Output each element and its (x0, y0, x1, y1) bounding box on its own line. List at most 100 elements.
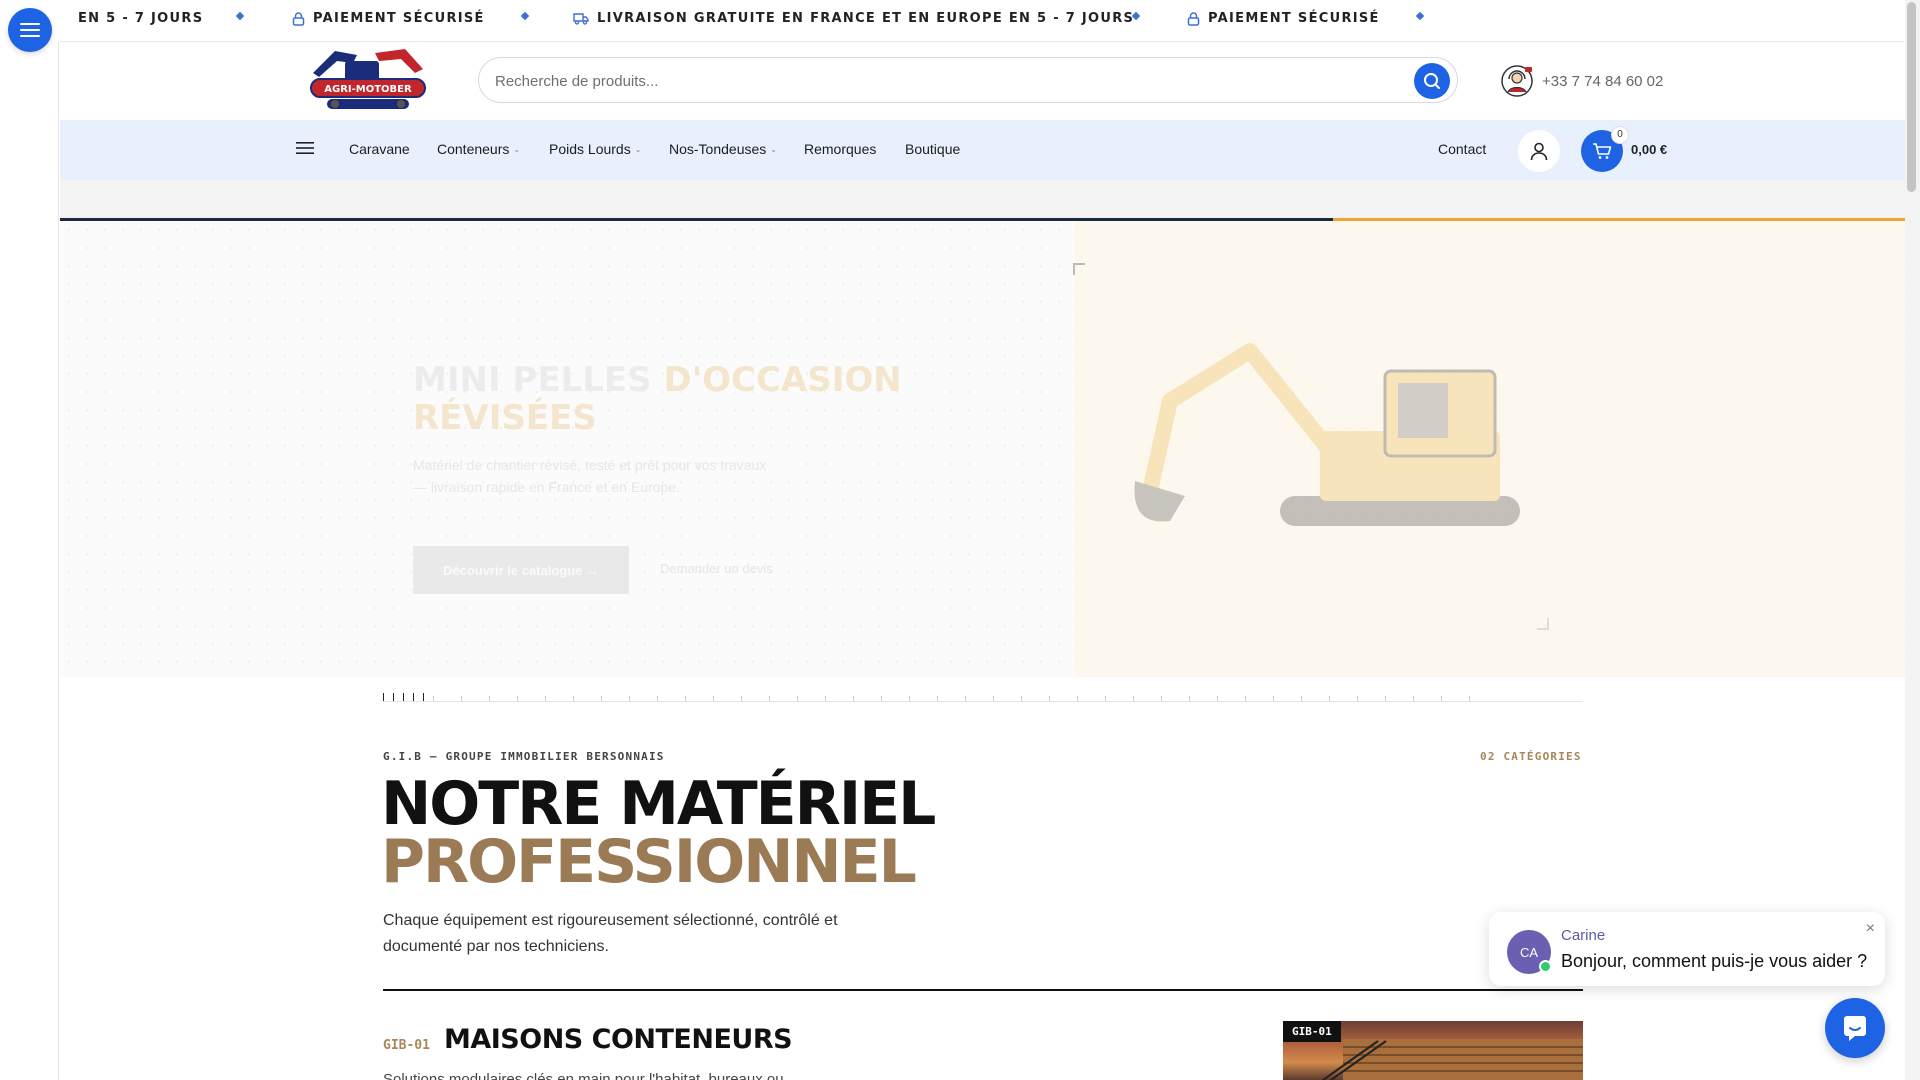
section-description: Chaque équipement est rigoureusement sél… (383, 912, 838, 955)
slide-tick (685, 696, 686, 701)
nav-label: Boutique (905, 141, 961, 157)
nav-label: Poids Lourds (549, 141, 631, 157)
cart-total: 0,00 € (1631, 142, 1668, 157)
ticker-text: LIVRAISON GRATUITE EN FRANCE ET EN EUROP… (597, 11, 1135, 26)
main-nav: Caravane Conteneurs ⌄ Poids Lourds ⌄ Nos-T… (60, 120, 1905, 180)
categories-menu-button[interactable] (296, 140, 314, 156)
slide-tick (965, 696, 966, 701)
slide-tick (1049, 696, 1050, 701)
category-code: GIB-01 (383, 1038, 430, 1053)
nav-item-boutique[interactable]: Boutique (905, 141, 960, 157)
nav-item-contact[interactable]: Contact (1438, 141, 1486, 157)
ticker-item: PAIEMENT SÉCURISÉ (292, 11, 485, 26)
hero-slider: MINI PELLES D'OCCASION RÉVISÉES Matériel … (60, 221, 1905, 677)
category-title[interactable]: MAISONS CONTENEURS (444, 1024, 793, 1055)
truck-icon (573, 13, 589, 25)
slide-tick (853, 696, 854, 701)
slide-tick (1105, 696, 1106, 701)
category-description: Solutions modulaires clés en main pour l… (383, 1071, 784, 1080)
slide-tick (383, 693, 384, 701)
chevron-down-icon: ⌄ (634, 144, 642, 154)
support-agent-icon (1501, 65, 1533, 97)
slide-tick (993, 696, 994, 701)
phone-number: +33 7 74 84 60 02 (1542, 72, 1664, 90)
hamburger-icon (296, 142, 314, 154)
hero-title-accent: D'OCCASION (663, 360, 902, 400)
logo-image: AGRI-MOTOBER (310, 49, 426, 109)
user-icon (1530, 142, 1548, 161)
slide-tick (1245, 696, 1246, 701)
chat-popup[interactable]: CA Carine Bonjour, comment puis-je vous … (1489, 912, 1885, 986)
slide-tick (713, 696, 714, 701)
hero-catalog-button[interactable]: Découvrir le catalogue → (413, 546, 629, 594)
product-search (478, 57, 1458, 103)
cart-count-badge: 0 (1611, 126, 1629, 144)
hero-frame-corner (1073, 263, 1085, 275)
slide-tick (517, 696, 518, 701)
search-button[interactable] (1414, 63, 1450, 99)
cart-icon (1593, 143, 1612, 159)
hero-top-band (60, 180, 1905, 220)
chat-launcher-button[interactable] (1825, 998, 1885, 1058)
section-divider (383, 989, 1583, 991)
search-input[interactable] (495, 70, 1375, 92)
slide-tick (1329, 696, 1330, 701)
hero-title-line2: RÉVISÉES (413, 398, 597, 438)
section-title-accent: PROFESSIONNEL (381, 827, 917, 897)
ticker-separator (1415, 11, 1425, 21)
slide-tick (433, 696, 434, 701)
menu-icon (20, 23, 40, 37)
slide-tick (1021, 696, 1022, 701)
slide-tick (1385, 696, 1386, 701)
nav-label: Contact (1438, 141, 1487, 157)
slide-tick (881, 696, 882, 701)
nav-label: Caravane (349, 141, 410, 157)
slide-tick (545, 696, 546, 701)
nav-item-nos-tondeuses[interactable]: Nos-Tondeuses ⌄ (669, 141, 777, 157)
account-button[interactable] (1518, 130, 1560, 172)
ticker-text: PAIEMENT SÉCURISÉ (313, 11, 485, 26)
slide-tick (1161, 696, 1162, 701)
close-icon[interactable]: × (1866, 920, 1875, 938)
phone-contact[interactable]: +33 7 74 84 60 02 (1500, 64, 1663, 98)
slide-tick (1133, 696, 1134, 701)
slide-tick (1217, 696, 1218, 701)
slide-tick (1357, 696, 1358, 701)
slide-tick (489, 696, 490, 701)
slide-tick (741, 696, 742, 701)
slide-tick (1273, 696, 1274, 701)
ticker-item: PAIEMENT SÉCURISÉ (1187, 11, 1380, 26)
nav-item-caravane[interactable]: Caravane (349, 141, 410, 157)
category-count: 02 CATÉGORIES (1480, 750, 1582, 763)
slide-tick (825, 696, 826, 701)
lock-icon (1187, 11, 1200, 26)
chat-icon (1844, 1016, 1866, 1041)
svg-text:AGRI-MOTOBER: AGRI-MOTOBER (324, 84, 412, 95)
site-logo[interactable]: AGRI-MOTOBER (305, 43, 431, 118)
ticker-text: PAIEMENT SÉCURISÉ (1208, 11, 1380, 26)
ticker-separator (520, 11, 530, 21)
slide-tick (1469, 696, 1470, 701)
hero-description: Matériel de chantier révisé, testé et pr… (413, 457, 767, 495)
section-eyebrow: G.I.B — GROUPE IMMOBILIER BERSONNAIS (383, 750, 665, 763)
slide-tick (403, 693, 404, 701)
slide-tick (1301, 696, 1302, 701)
nav-label: Nos-Tondeuses (669, 141, 767, 157)
chat-agent-name: Carine (1561, 927, 1606, 944)
chevron-down-icon: ⌄ (513, 144, 521, 154)
hero-title-main: MINI PELLES (413, 360, 652, 400)
nav-item-poids-lourds[interactable]: Poids Lourds ⌄ (549, 141, 641, 157)
slide-tick (937, 696, 938, 701)
slide-ticks (383, 692, 1583, 702)
side-menu-button[interactable] (8, 8, 52, 52)
left-divider (58, 42, 59, 1080)
slide-tick (601, 696, 602, 701)
category-image[interactable]: GIB-01 (1283, 1021, 1583, 1080)
announcement-ticker: EN 5 - 7 JOURS PAIEMENT SÉCURISÉ LIVRAIS… (60, 0, 1904, 42)
scrollbar-thumb[interactable] (1907, 2, 1916, 192)
slide-tick (413, 693, 414, 701)
hero-quote-link[interactable]: Demander un devis (660, 561, 773, 576)
nav-item-conteneurs[interactable]: Conteneurs ⌄ (437, 141, 520, 157)
hero-title: MINI PELLES D'OCCASION RÉVISÉES (413, 361, 933, 437)
nav-item-remorques[interactable]: Remorques (804, 141, 876, 157)
